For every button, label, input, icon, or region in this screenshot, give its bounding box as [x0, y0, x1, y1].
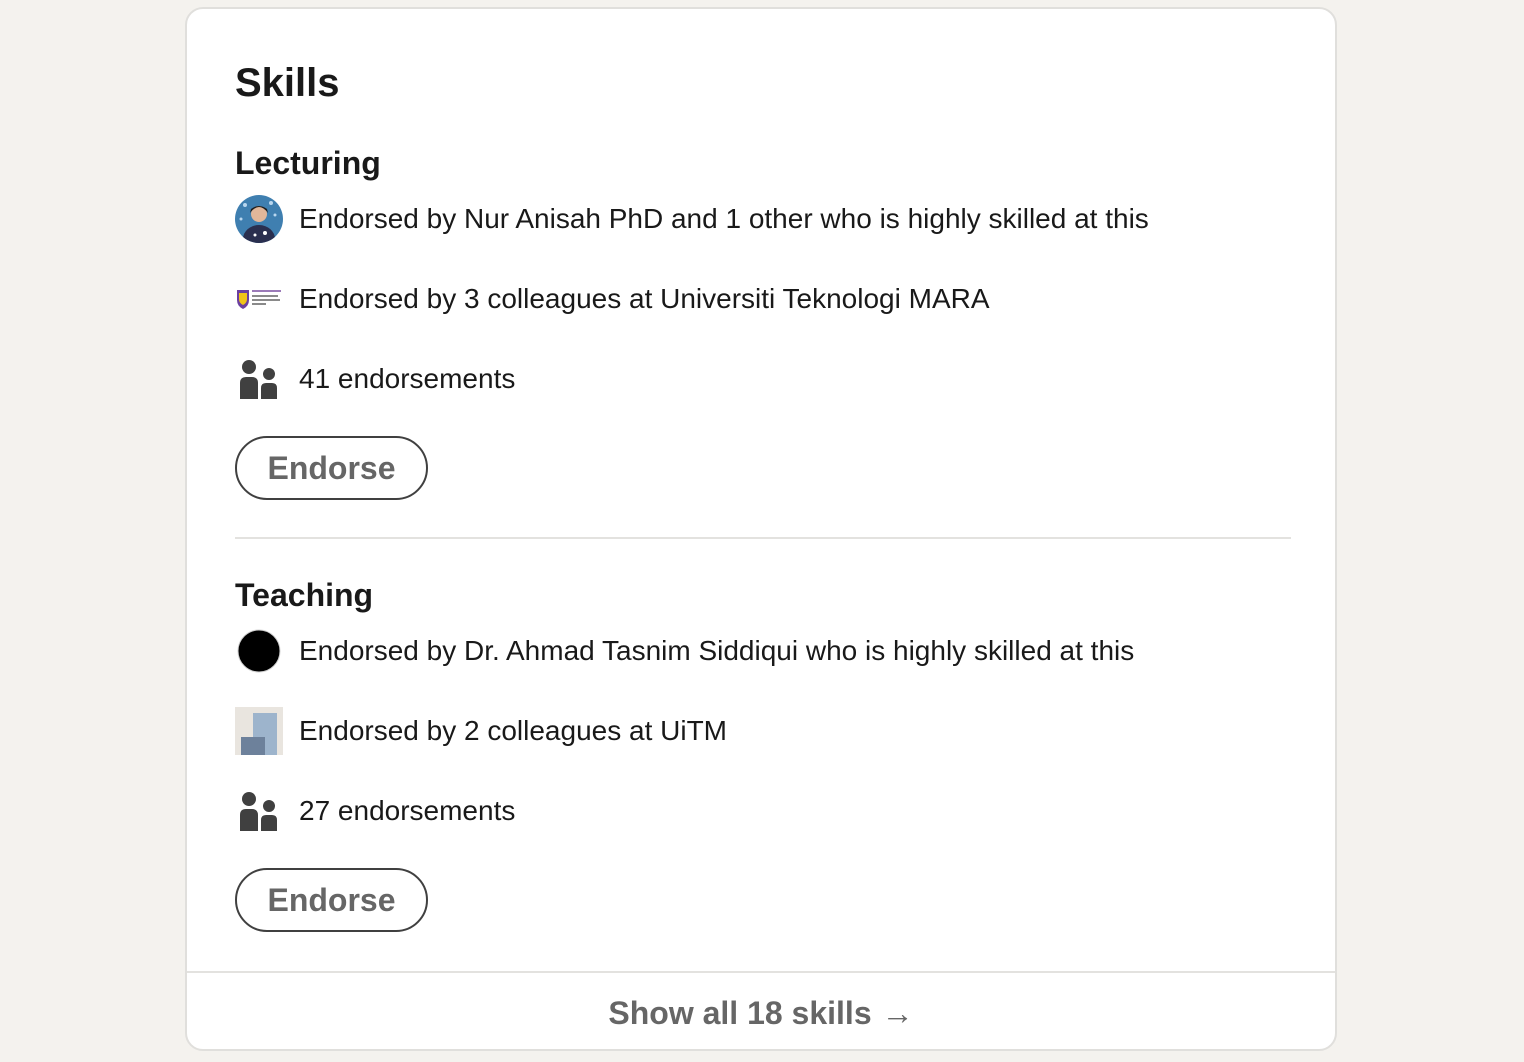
highly-skilled-endorsement-text: Endorsed by Dr. Ahmad Tasnim Siddiqui wh…	[299, 635, 1135, 666]
endorsement-count-text: 41 endorsements	[299, 363, 516, 394]
colleague-endorsement-row[interactable]: Endorsed by 2 colleagues at UiTM	[235, 707, 727, 755]
colleague-endorsement-text: Endorsed by 2 colleagues at UiTM	[299, 715, 727, 746]
skill-divider	[235, 537, 1291, 539]
section-title: Skills	[235, 61, 340, 105]
show-all-skills-link[interactable]: Show all 18 skills →	[187, 973, 1335, 1049]
skills-card: Skills Lecturing Endorsed by Nur Anisah …	[185, 7, 1337, 1051]
people-icon	[235, 787, 283, 835]
endorse-button[interactable]: Endorse	[235, 868, 428, 932]
endorser-avatar-black[interactable]	[235, 627, 283, 675]
endorse-button[interactable]: Endorse	[235, 436, 428, 500]
skill-name-lecturing[interactable]: Lecturing	[235, 143, 381, 183]
people-icon	[235, 355, 283, 403]
highly-skilled-endorsement-row[interactable]: Endorsed by Dr. Ahmad Tasnim Siddiqui wh…	[235, 627, 1134, 675]
skill-name-teaching[interactable]: Teaching	[235, 575, 373, 615]
endorser-avatar[interactable]	[235, 195, 283, 243]
show-all-skills-label: Show all 18 skills	[608, 994, 872, 1031]
company-logo-placeholder[interactable]	[235, 707, 283, 755]
arrow-right-icon: →	[881, 994, 914, 1031]
colleague-endorsement-row[interactable]: Endorsed by 3 colleagues at Universiti T…	[235, 275, 990, 323]
endorsement-count-row[interactable]: 27 endorsements	[235, 787, 515, 835]
colleague-endorsement-text: Endorsed by 3 colleagues at Universiti T…	[299, 283, 990, 314]
highly-skilled-endorsement-row[interactable]: Endorsed by Nur Anisah PhD and 1 other w…	[235, 195, 1149, 243]
endorsement-count-text: 27 endorsements	[299, 795, 516, 826]
endorsement-count-row[interactable]: 41 endorsements	[235, 355, 515, 403]
highly-skilled-endorsement-text: Endorsed by Nur Anisah PhD and 1 other w…	[299, 203, 1149, 234]
uitm-logo[interactable]	[235, 275, 283, 323]
